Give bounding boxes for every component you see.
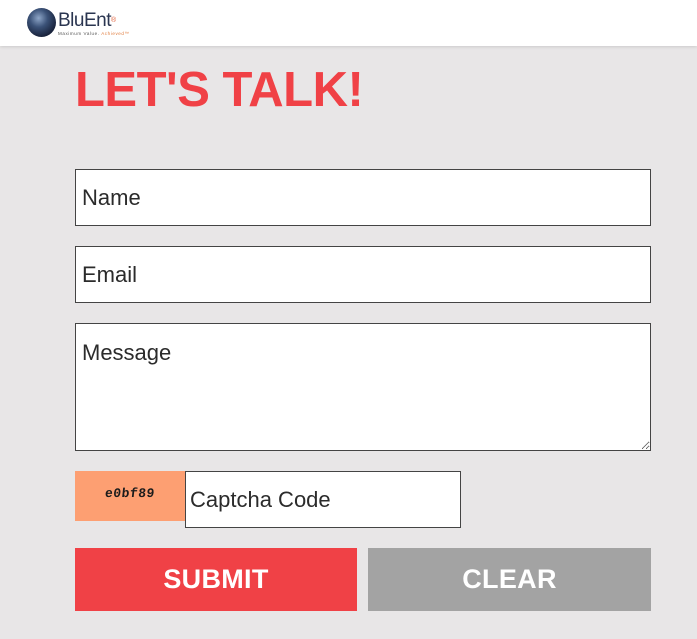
clear-button[interactable]: CLEAR xyxy=(368,548,651,611)
registered-mark: ® xyxy=(110,17,116,24)
captcha-image: e0bf89 xyxy=(75,471,185,521)
globe-logo-icon xyxy=(27,8,56,37)
email-input[interactable] xyxy=(75,246,651,303)
site-header: BluEnt® Maximum Value. Achieved™ xyxy=(0,0,697,46)
logo-brand-name: BluEnt xyxy=(58,10,111,31)
captcha-code-text: e0bf89 xyxy=(104,485,156,501)
tagline-prefix: Maximum Value. xyxy=(58,31,100,36)
page-title: LET'S TALK! xyxy=(75,63,364,117)
message-textarea[interactable] xyxy=(75,323,651,451)
submit-button[interactable]: SUBMIT xyxy=(75,548,357,611)
captcha-input[interactable] xyxy=(185,471,461,528)
logo-brand-text: BluEnt® xyxy=(58,11,116,31)
name-input[interactable] xyxy=(75,169,651,226)
logo-tagline: Maximum Value. Achieved™ xyxy=(58,31,130,36)
tagline-highlight: Achieved™ xyxy=(101,31,130,36)
bluent-logo[interactable]: BluEnt® Maximum Value. Achieved™ xyxy=(27,8,137,38)
